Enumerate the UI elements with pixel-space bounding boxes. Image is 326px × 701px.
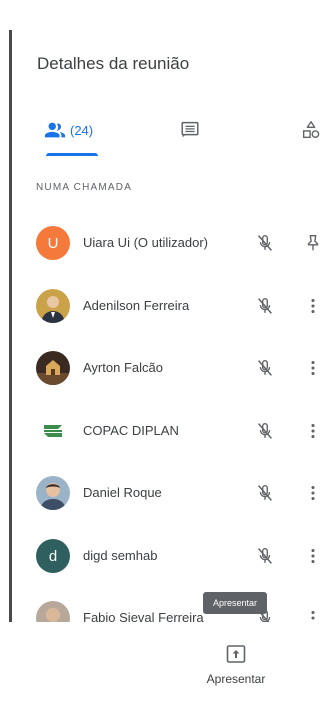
participant-name: Daniel Roque: [83, 485, 162, 500]
participant-row[interactable]: COPAC DIPLAN: [12, 404, 326, 460]
participant-name: Fabio Sieval Ferreira: [83, 610, 204, 622]
more-vert-icon[interactable]: [302, 545, 324, 567]
present-tooltip: Apresentar: [203, 592, 267, 614]
participant-row[interactable]: Fabio Sieval Ferreira: [12, 591, 326, 622]
people-icon: [44, 122, 66, 138]
mic-off-icon: [258, 297, 272, 314]
tab-people[interactable]: (24): [44, 116, 93, 144]
more-vert-icon[interactable]: [302, 295, 324, 317]
participant-name: Ayrton Falcão: [83, 360, 163, 375]
avatar-initial: d: [48, 547, 58, 565]
avatar-initial: U: [47, 234, 59, 252]
mic-off-icon: [258, 547, 272, 564]
mic-off-icon: [258, 422, 272, 439]
avatar-photo: [36, 601, 70, 622]
avatar: U: [36, 226, 70, 260]
more-vert-icon[interactable]: [302, 607, 324, 622]
meeting-details-panel: Detalhes da reunião (24) NUMA CHAMADA U …: [12, 0, 326, 622]
avatar: [36, 414, 70, 448]
participant-name: Uiara Ui (O utilizador): [83, 235, 208, 250]
avatar: [36, 351, 70, 385]
participant-name: digd semhab: [83, 548, 158, 563]
avatar: [36, 289, 70, 323]
avatar: d: [36, 539, 70, 573]
mic-off-icon: [258, 484, 272, 501]
more-vert-icon[interactable]: [302, 357, 324, 379]
pin-icon[interactable]: [302, 232, 324, 254]
participant-row[interactable]: U Uiara Ui (O utilizador): [12, 216, 326, 272]
tab-activities[interactable]: [300, 116, 322, 144]
present-icon: [226, 645, 246, 663]
avatar-logo: [36, 414, 70, 448]
participant-row[interactable]: Ayrton Falcão: [12, 341, 326, 397]
activities-icon: [302, 121, 320, 139]
mic-off-icon: [258, 234, 272, 251]
panel-title: Detalhes da reunião: [37, 54, 190, 73]
chat-icon: [181, 121, 199, 138]
more-vert-icon[interactable]: [302, 482, 324, 504]
present-button[interactable]: Apresentar: [196, 636, 276, 692]
mic-off-icon: [258, 359, 272, 376]
avatar: [36, 601, 70, 622]
tab-selected-indicator: [46, 153, 98, 156]
participant-row[interactable]: Adenilson Ferreira: [12, 279, 326, 335]
avatar-photo: [36, 289, 70, 323]
bottom-bar: Apresentar: [0, 622, 326, 701]
tab-chat[interactable]: [179, 116, 201, 144]
present-label: Apresentar: [206, 672, 266, 686]
participant-name: COPAC DIPLAN: [83, 423, 179, 438]
more-vert-icon[interactable]: [302, 420, 324, 442]
participant-row[interactable]: Daniel Roque: [12, 466, 326, 522]
participant-row[interactable]: d digd semhab: [12, 529, 326, 585]
avatar-photo: [36, 476, 70, 510]
avatar: [36, 476, 70, 510]
participant-name: Adenilson Ferreira: [83, 298, 190, 313]
avatar-photo: [36, 351, 70, 385]
section-header-in-call: NUMA CHAMADA: [36, 182, 133, 193]
participant-count: (24): [70, 122, 94, 138]
